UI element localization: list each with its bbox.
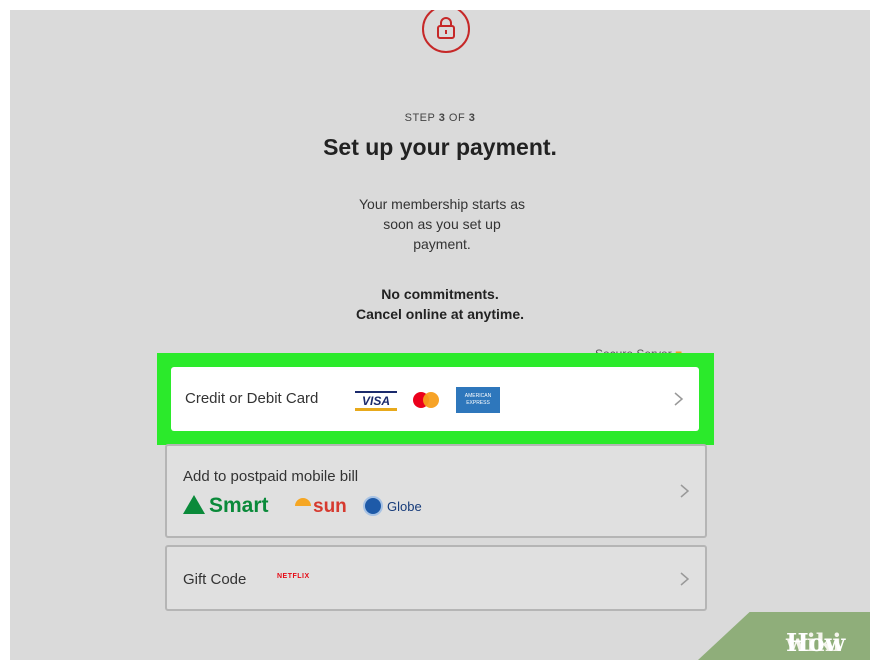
chevron-right-icon <box>680 484 690 498</box>
postpaid-mobile-label: Add to postpaid mobile bill <box>183 468 359 485</box>
globe-logo: Globe <box>363 496 422 516</box>
gift-code-label: Gift Code <box>183 571 247 588</box>
credit-debit-card-label: Credit or Debit Card <box>185 390 319 407</box>
gift-code-option[interactable]: Gift Code NETFLIX <box>165 545 707 611</box>
smart-logo: Smart <box>183 494 269 518</box>
page-title: Set up your payment. <box>323 134 557 160</box>
chevron-right-icon <box>674 392 684 406</box>
chevron-right-icon <box>680 572 690 586</box>
mastercard-logo <box>411 390 445 412</box>
membership-description: Your membership starts as soon as you se… <box>359 196 525 252</box>
globe-icon <box>363 496 383 516</box>
credit-debit-card-option[interactable]: Credit or Debit Card VISA AMERICAN EXPRE… <box>171 367 699 431</box>
page-background: STEP 3 OF 3 Set up your payment. Your me… <box>10 10 870 660</box>
postpaid-mobile-option[interactable]: Add to postpaid mobile bill Smart sun Gl… <box>165 444 707 538</box>
step-indicator: STEP 3 OF 3 <box>404 112 476 124</box>
visa-logo: VISA <box>355 391 397 411</box>
lock-icon <box>422 10 470 53</box>
commitments-text: No commitments. Cancel online at anytime… <box>355 286 525 322</box>
sun-logo: sun <box>295 496 347 518</box>
netflix-logo: NETFLIX <box>277 573 310 580</box>
amex-logo: AMERICAN EXPRESS <box>456 387 500 413</box>
